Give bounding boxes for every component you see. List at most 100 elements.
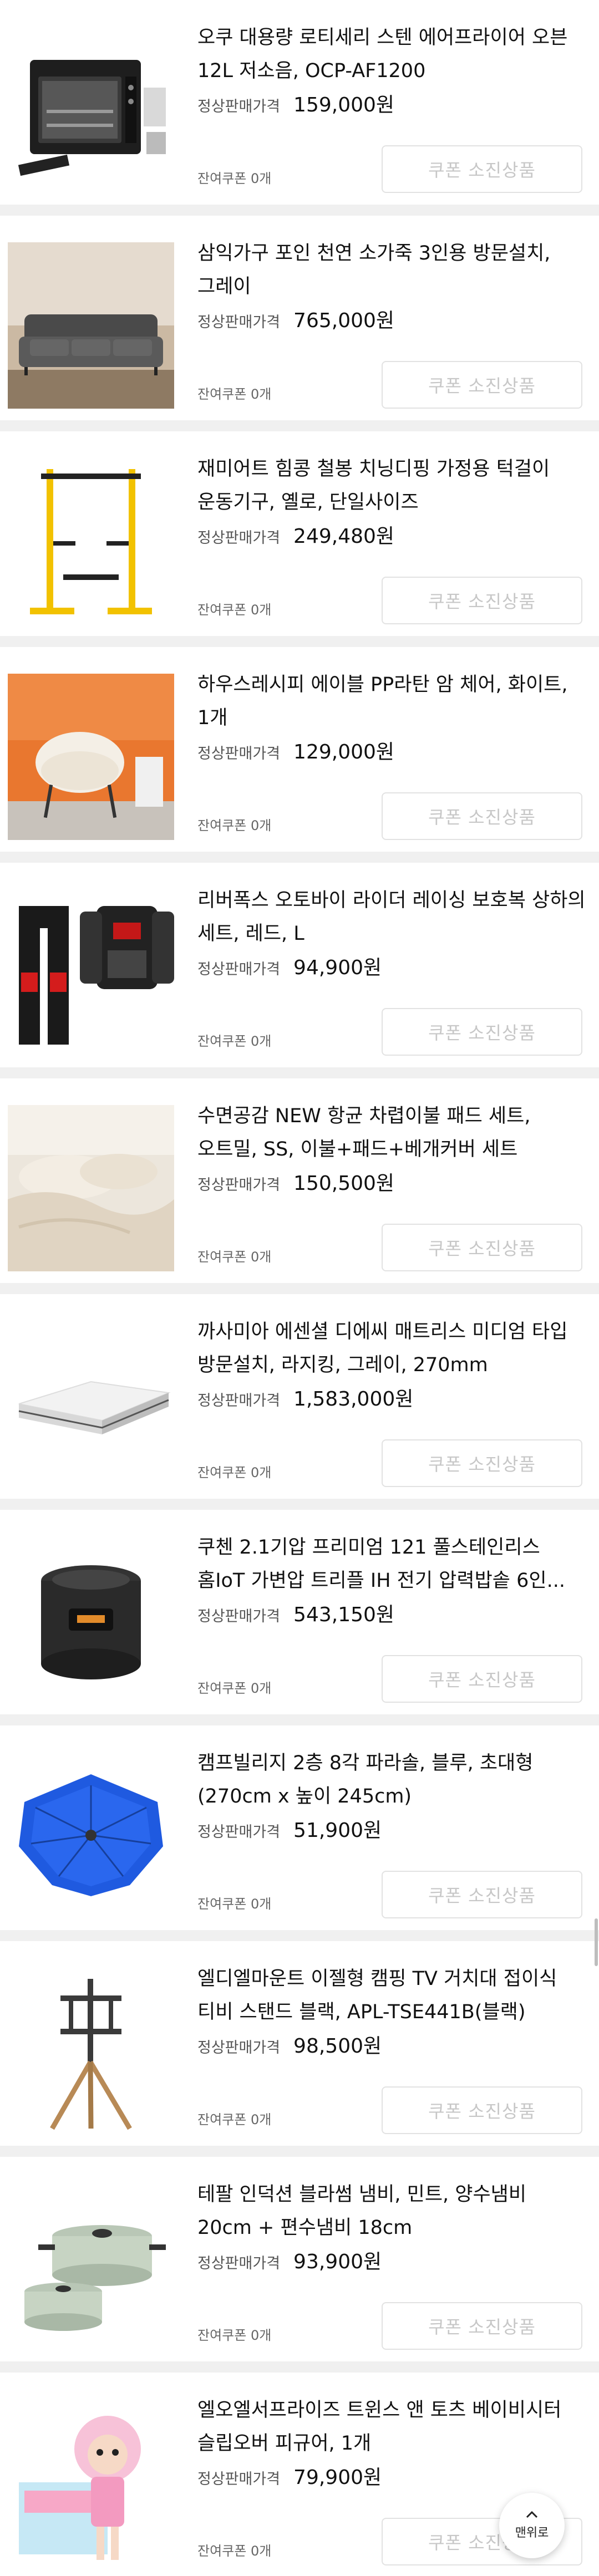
cookware-pots-image[interactable] [8,2183,174,2350]
price-row: 정상판매가격 150,500원 [197,1167,395,1195]
coupon-exhausted-button[interactable]: 쿠폰 소진상품 [382,1224,582,1271]
coupons-left-text: 잔여쿠폰 0개 [197,1249,272,1265]
scrollbar-thumb[interactable] [595,1918,598,1966]
product-card[interactable]: 리버폭스 오토바이 라이더 레이싱 보호복 상하의 세트, 레드, L 정상판매… [0,863,599,1067]
rice-cooker-image[interactable] [8,1536,174,1703]
bedding-set-image[interactable] [8,1105,174,1271]
coupons-left-text: 잔여쿠폰 0개 [197,2543,272,2559]
mattress-image[interactable] [8,1321,174,1487]
coupon-exhausted-button[interactable]: 쿠폰 소진상품 [382,577,582,624]
product-card[interactable]: 엘디엘마운트 이젤형 캠핑 TV 거치대 접이식 티비 스탠드 블랙, APL-… [0,1941,599,2146]
product-card[interactable]: 오쿠 대용량 로티세리 스텐 에어프라이어 오븐 12L 저소음, OCP-AF… [0,0,599,205]
divider [0,2361,599,2373]
rattan-chair-image[interactable] [8,674,174,840]
product-title[interactable]: 캠프빌리지 2층 8각 파라솔, 블루, 초대형(270cm x 높이 245c… [197,1747,586,1813]
coupons-left-text: 잔여쿠폰 0개 [197,386,272,402]
motorcycle-protective-gear-image[interactable] [8,889,174,1056]
parasol-image[interactable] [8,1752,174,1918]
coupon-exhausted-button[interactable]: 쿠폰 소진상품 [382,2302,582,2350]
price-value: 93,900원 [293,2251,382,2273]
product-title[interactable]: 엘오엘서프라이즈 트윈스 앤 토츠 베이비시터 슬립오버 피규어, 1개 [197,2394,586,2460]
price-row: 정상판매가격 765,000원 [197,304,395,332]
divider [0,1714,599,1725]
divider [0,420,599,431]
price-row: 정상판매가격 79,900원 [197,2461,382,2489]
divider [0,1499,599,1510]
product-title[interactable]: 수면공감 NEW 항균 차렵이불 패드 세트, 오트밀, SS, 이불+패드+베… [197,1099,586,1166]
product-card[interactable]: 까사미아 에센셜 디에씨 매트리스 미디엄 타입 방문설치, 라지킹, 그레이,… [0,1294,599,1499]
product-title[interactable]: 삼익가구 포인 천연 소가죽 3인용 방문설치, 그레이 [197,237,586,303]
price-value: 1,583,000원 [293,1388,414,1411]
regular-price-label: 정상판매가격 [197,2471,281,2488]
product-title[interactable]: 오쿠 대용량 로티세리 스텐 에어프라이어 오븐 12L 저소음, OCP-AF… [197,21,586,88]
price-value: 159,000원 [293,94,395,116]
product-title[interactable]: 재미어트 힘콩 철봉 치닝디핑 가정용 턱걸이 운동기구, 옐로, 단일사이즈 [197,452,586,519]
price-value: 249,480원 [293,525,395,548]
divider [0,1283,599,1294]
regular-price-label: 정상판매가격 [197,961,281,978]
back-to-top-button[interactable]: 맨위로 [499,2493,565,2558]
coupon-exhausted-button[interactable]: 쿠폰 소진상품 [382,792,582,840]
product-card[interactable]: 하우스레시피 에이블 PP라탄 암 체어, 화이트, 1개 정상판매가격 129… [0,647,599,852]
price-value: 543,150원 [293,1603,395,1626]
regular-price-label: 정상판매가격 [197,2255,281,2272]
price-value: 98,500원 [293,2035,382,2058]
product-title[interactable]: 테팔 인덕션 블라썸 냄비, 민트, 양수냄비 20cm + 편수냄비 18cm [197,2178,586,2244]
product-card[interactable]: 재미어트 힘콩 철봉 치닝디핑 가정용 턱걸이 운동기구, 옐로, 단일사이즈 … [0,431,599,636]
chevron-up-icon [526,2511,538,2518]
coupons-left-text: 잔여쿠폰 0개 [197,1465,272,1480]
coupon-exhausted-button[interactable]: 쿠폰 소진상품 [382,1008,582,1056]
price-value: 129,000원 [293,741,395,763]
product-card[interactable]: 삼익가구 포인 천연 소가죽 3인용 방문설치, 그레이 정상판매가격 765,… [0,216,599,420]
air-fryer-oven-image[interactable] [8,27,174,193]
regular-price-label: 정상판매가격 [197,314,281,331]
product-card[interactable]: 캠프빌리지 2층 8각 파라솔, 블루, 초대형(270cm x 높이 245c… [0,1725,599,1930]
regular-price-label: 정상판매가격 [197,745,281,762]
divider [0,852,599,863]
product-card[interactable]: 테팔 인덕션 블라썸 냄비, 민트, 양수냄비 20cm + 편수냄비 18cm… [0,2157,599,2361]
coupons-left-text: 잔여쿠폰 0개 [197,818,272,833]
price-value: 79,900원 [293,2466,382,2489]
product-card[interactable]: 쿠첸 2.1기압 프리미엄 121 풀스테인리스 홈IoT 가변압 트리플 IH… [0,1510,599,1714]
product-title[interactable]: 엘디엘마운트 이젤형 캠핑 TV 거치대 접이식 티비 스탠드 블랙, APL-… [197,1962,586,2029]
product-list: 오쿠 대용량 로티세리 스텐 에어프라이어 오븐 12L 저소음, OCP-AF… [0,0,599,2576]
divider [0,1067,599,1078]
coupons-left-text: 잔여쿠폰 0개 [197,171,272,186]
regular-price-label: 정상판매가격 [197,1177,281,1194]
doll-figure-image[interactable] [8,2399,174,2565]
price-value: 150,500원 [293,1172,395,1195]
price-value: 765,000원 [293,309,395,332]
price-value: 51,900원 [293,1819,382,1842]
price-row: 정상판매가격 1,583,000원 [197,1383,414,1411]
pull-up-bar-image[interactable] [8,458,174,624]
price-value: 94,900원 [293,956,382,979]
coupons-left-text: 잔여쿠폰 0개 [197,602,272,618]
divider [0,2146,599,2157]
divider [0,636,599,647]
coupon-exhausted-button[interactable]: 쿠폰 소진상품 [382,361,582,409]
product-card[interactable]: 수면공감 NEW 항균 차렵이불 패드 세트, 오트밀, SS, 이불+패드+베… [0,1078,599,1283]
back-to-top-label: 맨위로 [515,2526,549,2540]
coupon-exhausted-button[interactable]: 쿠폰 소진상품 [382,1655,582,1703]
price-row: 정상판매가격 51,900원 [197,1814,382,1842]
leather-sofa-image[interactable] [8,242,174,409]
coupons-left-text: 잔여쿠폰 0개 [197,2112,272,2127]
coupons-left-text: 잔여쿠폰 0개 [197,2328,272,2343]
product-title[interactable]: 리버폭스 오토바이 라이더 레이싱 보호복 상하의 세트, 레드, L [197,884,586,950]
product-title[interactable]: 하우스레시피 에이블 PP라탄 암 체어, 화이트, 1개 [197,668,586,735]
regular-price-label: 정상판매가격 [197,2039,281,2056]
regular-price-label: 정상판매가격 [197,98,281,115]
product-title[interactable]: 까사미아 에센셜 디에씨 매트리스 미디엄 타입 방문설치, 라지킹, 그레이,… [197,1315,586,1382]
tv-stand-image[interactable] [8,1968,174,2134]
coupon-exhausted-button[interactable]: 쿠폰 소진상품 [382,1439,582,1487]
coupon-exhausted-button[interactable]: 쿠폰 소진상품 [382,1871,582,1918]
price-row: 정상판매가격 159,000원 [197,89,395,116]
price-row: 정상판매가격 93,900원 [197,2246,382,2273]
regular-price-label: 정상판매가격 [197,530,281,547]
product-title[interactable]: 쿠첸 2.1기압 프리미엄 121 풀스테인리스 홈IoT 가변압 트리플 IH… [197,1531,586,1597]
coupon-exhausted-button[interactable]: 쿠폰 소진상품 [382,2086,582,2134]
regular-price-label: 정상판매가격 [197,1608,281,1625]
coupons-left-text: 잔여쿠폰 0개 [197,1896,272,1912]
regular-price-label: 정상판매가격 [197,1392,281,1409]
coupon-exhausted-button[interactable]: 쿠폰 소진상품 [382,145,582,193]
